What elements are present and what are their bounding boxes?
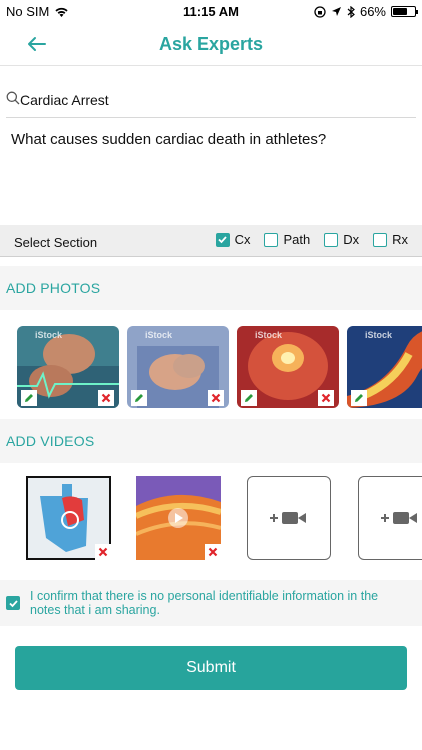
section-option-label: Rx xyxy=(392,232,408,247)
close-icon xyxy=(208,547,218,557)
battery-fill xyxy=(393,8,407,15)
edit-photo-button[interactable] xyxy=(21,390,37,406)
delete-photo-button[interactable] xyxy=(98,390,114,406)
checkbox-rx[interactable] xyxy=(373,232,388,247)
close-icon xyxy=(98,547,108,557)
location-icon xyxy=(331,7,341,16)
photo-thumbnail[interactable]: iStock xyxy=(127,326,229,408)
status-right: 66% xyxy=(314,4,418,19)
pencil-icon xyxy=(135,394,143,402)
status-bar: No SIM 11:15 AM 66% xyxy=(0,0,422,22)
edit-photo-button[interactable] xyxy=(351,390,367,406)
section-option-dx[interactable]: Dx xyxy=(324,232,359,247)
add-video-button[interactable] xyxy=(358,476,422,560)
delete-photo-button[interactable] xyxy=(208,390,224,406)
section-selector: Select Section Cx Path Dx Rx xyxy=(0,225,422,257)
photo-watermark: iStock xyxy=(255,330,283,340)
add-photos-header: ADD PHOTOS xyxy=(0,266,422,310)
add-video-icon xyxy=(381,512,417,524)
orientation-lock-icon xyxy=(314,5,326,18)
video-thumbnail[interactable] xyxy=(26,476,111,560)
section-option-rx[interactable]: Rx xyxy=(373,232,408,247)
search-value[interactable]: Cardiac Arrest xyxy=(20,92,109,108)
photo-thumbnail[interactable]: iStock xyxy=(17,326,119,408)
checkbox-dx[interactable] xyxy=(324,232,339,247)
question-textarea[interactable]: What causes sudden cardiac death in athl… xyxy=(11,130,411,150)
delete-video-button[interactable] xyxy=(205,544,221,560)
photo-strip[interactable]: iStock iStock iStock iStock xyxy=(17,326,422,408)
edit-photo-button[interactable] xyxy=(241,390,257,406)
search-field[interactable]: Cardiac Arrest xyxy=(6,86,416,118)
close-icon xyxy=(321,393,331,403)
checkmark-icon xyxy=(218,236,227,244)
video-thumbnail[interactable] xyxy=(136,476,221,560)
section-option-label: Path xyxy=(283,232,311,247)
checkbox-path[interactable] xyxy=(264,232,279,247)
checkbox-cx[interactable] xyxy=(215,232,230,247)
add-videos-label[interactable]: ADD VIDEOS xyxy=(6,433,94,449)
nav-bar: Ask Experts xyxy=(0,22,422,66)
delete-video-button[interactable] xyxy=(95,544,111,560)
add-videos-header: ADD VIDEOS xyxy=(0,419,422,463)
section-option-cx[interactable]: Cx xyxy=(215,232,251,247)
section-selector-label: Select Section xyxy=(14,235,98,250)
confirm-checkbox[interactable] xyxy=(6,596,20,610)
confirm-text: I confirm that there is no personal iden… xyxy=(30,589,379,617)
section-option-path[interactable]: Path xyxy=(264,232,310,247)
pencil-icon xyxy=(355,394,363,402)
photo-watermark: iStock xyxy=(365,330,393,340)
privacy-confirmation: I confirm that there is no personal iden… xyxy=(0,580,422,626)
battery-icon xyxy=(391,6,418,17)
submit-button[interactable]: Submit xyxy=(15,646,407,690)
battery-percent: 66% xyxy=(359,4,386,19)
section-options: Cx Path Dx Rx xyxy=(215,232,408,247)
photo-thumbnail[interactable]: iStock xyxy=(347,326,422,408)
add-video-button[interactable] xyxy=(247,476,331,560)
add-photos-label[interactable]: ADD PHOTOS xyxy=(6,280,100,296)
pencil-icon xyxy=(245,394,253,402)
pencil-icon xyxy=(25,394,33,402)
photo-thumbnail[interactable]: iStock xyxy=(237,326,339,408)
edit-photo-button[interactable] xyxy=(131,390,147,406)
add-video-icon xyxy=(270,512,306,524)
search-icon xyxy=(6,91,20,105)
close-icon xyxy=(211,393,221,403)
delete-photo-button[interactable] xyxy=(318,390,334,406)
section-option-label: Cx xyxy=(234,232,251,247)
page-title: Ask Experts xyxy=(158,34,264,54)
checkmark-icon xyxy=(8,599,18,607)
photo-watermark: iStock xyxy=(145,330,173,340)
video-strip[interactable] xyxy=(26,476,422,560)
section-option-label: Dx xyxy=(343,232,360,247)
bluetooth-icon xyxy=(347,5,355,18)
close-icon xyxy=(101,393,111,403)
photo-watermark: iStock xyxy=(35,330,63,340)
